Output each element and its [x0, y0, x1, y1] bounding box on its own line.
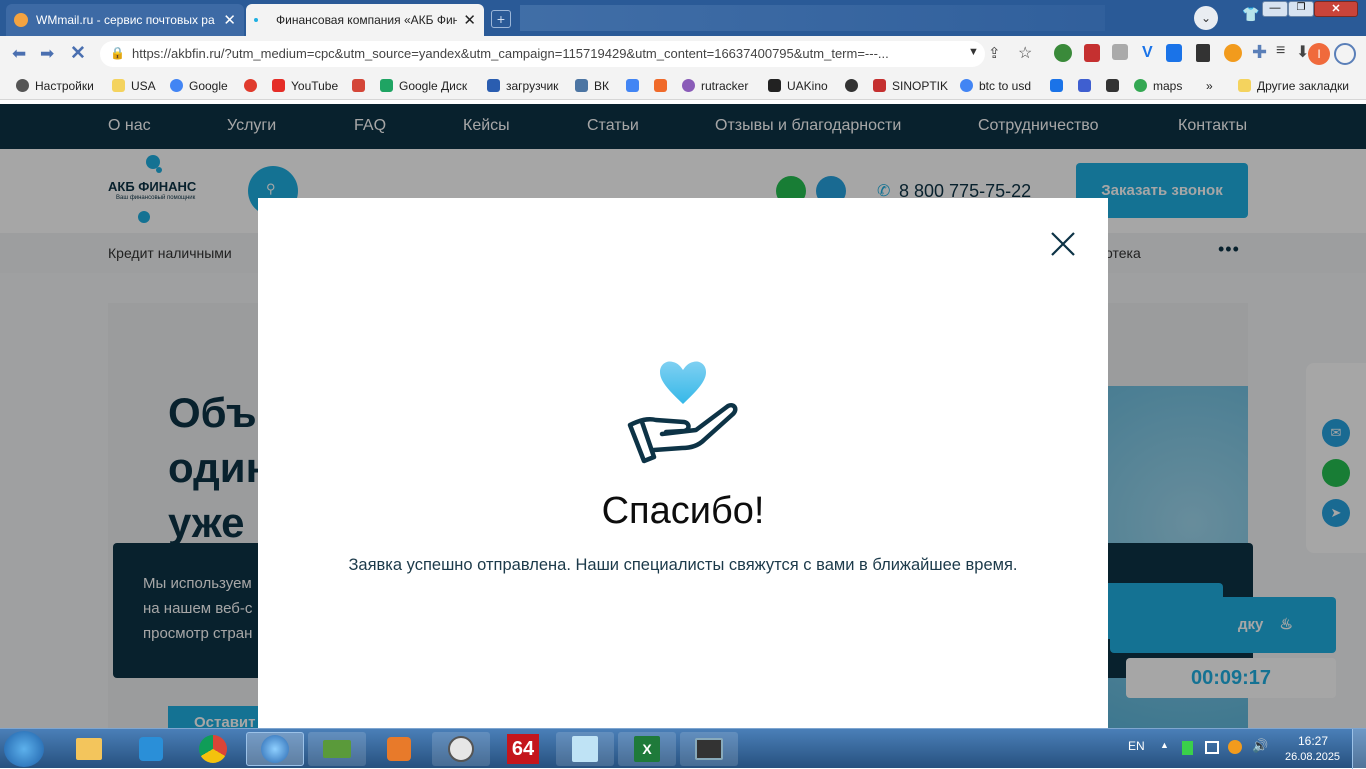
windows-taskbar: 64 X EN ▲ 🔊 16:27 26.08.2025	[0, 728, 1366, 769]
extension-download-icon[interactable]	[1166, 44, 1182, 62]
bookmark-youtube[interactable]: YouTube	[272, 79, 338, 93]
monitor-icon	[695, 738, 723, 760]
extension-face-icon[interactable]	[1224, 44, 1242, 62]
notepad-icon	[572, 736, 598, 762]
language-indicator[interactable]: EN	[1128, 739, 1145, 753]
url-field[interactable]: 🔒 https://akbfin.ru/?utm_medium=cpc&utm_…	[100, 41, 985, 67]
media-player-icon	[387, 737, 411, 761]
taskbar-clock-app[interactable]	[432, 732, 490, 766]
bookmark-chess[interactable]	[845, 79, 864, 93]
folder-icon	[76, 738, 102, 760]
tray-volume-icon[interactable]: 🔊	[1252, 738, 1268, 754]
browser-tabbar: WMmail.ru - сервис почтовых ра ✕ Финансо…	[0, 0, 1366, 36]
tray-expand-icon[interactable]: ▲	[1160, 740, 1169, 750]
bookmark-star-icon[interactable]: ☆	[1018, 43, 1032, 63]
bookmarks-bar: Настройки USA Google YouTube Google Диск…	[0, 72, 1366, 100]
extension-globe-icon[interactable]	[1054, 44, 1072, 62]
aida64-icon: 64	[507, 734, 539, 764]
board-icon	[323, 740, 351, 758]
heart-hand-icon	[627, 361, 738, 464]
forward-arrow-icon[interactable]: ➡	[40, 44, 54, 64]
taskbar-media[interactable]	[370, 732, 428, 766]
extensions-puzzle-icon[interactable]: ✚	[1252, 42, 1267, 63]
extension-dark-icon[interactable]	[1196, 44, 1210, 62]
taskbar-antivirus[interactable]	[122, 732, 180, 766]
bookmark-bc[interactable]	[1106, 79, 1125, 93]
background-tabs	[520, 5, 1105, 31]
taskbar-browser[interactable]	[246, 732, 304, 766]
tab-akbfin[interactable]: Финансовая компания «АКБ Фин ✕	[246, 4, 484, 36]
bookmark-arrow[interactable]	[1078, 79, 1097, 93]
clock-time[interactable]: 16:27	[1298, 734, 1328, 748]
stop-icon[interactable]: ✕	[70, 42, 86, 65]
bookmark-sinoptik[interactable]: SINOPTIK	[873, 79, 948, 93]
taskbar-notepad[interactable]	[556, 732, 614, 766]
clock-icon	[448, 736, 474, 762]
bookmark-uakino[interactable]: UAKino	[768, 79, 828, 93]
bookmark-other[interactable]: Другие закладки	[1238, 79, 1349, 93]
profile-icon[interactable]: 👕	[1242, 6, 1259, 23]
bookmark-google-drive[interactable]: Google Диск	[380, 79, 467, 93]
taskbar-monitor[interactable]	[680, 732, 738, 766]
globe-icon	[261, 735, 289, 763]
bookmark-yandex[interactable]	[244, 79, 263, 93]
bookmarks-overflow-icon[interactable]: »	[1206, 79, 1213, 93]
bookmark-rutracker[interactable]: rutracker	[682, 79, 748, 93]
reading-list-icon[interactable]: ≡	[1276, 42, 1285, 60]
tray-network-icon[interactable]	[1205, 741, 1219, 754]
chrome-icon	[199, 735, 227, 763]
taskbar-aida64[interactable]: 64	[494, 732, 552, 766]
bookmark-usa[interactable]: USA	[112, 79, 156, 93]
shield-icon	[139, 737, 163, 761]
window-close-button[interactable]: ✕	[1314, 1, 1358, 17]
tab-title: WMmail.ru - сервис почтовых ра	[36, 13, 215, 27]
extensions-area: V ✚ ≡ ⬇	[1054, 42, 1324, 66]
excel-icon: X	[634, 736, 660, 762]
bookmark-google[interactable]: Google	[170, 79, 228, 93]
taskbar-chrome[interactable]	[184, 732, 242, 766]
tab-close-icon[interactable]: ✕	[463, 11, 476, 29]
tab-close-icon[interactable]: ✕	[223, 11, 236, 29]
profile-avatar-icon[interactable]: I	[1308, 43, 1330, 65]
lock-icon: 🔒	[110, 46, 125, 60]
maximize-button[interactable]: ❐	[1288, 1, 1314, 17]
minimize-button[interactable]: —	[1262, 1, 1288, 17]
extension-box-icon[interactable]	[1112, 44, 1128, 60]
extension-shield-icon[interactable]	[1084, 44, 1100, 62]
url-dropdown-icon[interactable]: ▼	[968, 46, 979, 58]
tab-title: Финансовая компания «АКБ Фин	[276, 13, 458, 27]
bookmark-btc[interactable]: btc to usd	[960, 79, 1031, 93]
success-modal: Спасибо! Заявка успешно отправлена. Наши…	[258, 198, 1108, 728]
start-button[interactable]	[4, 731, 44, 767]
bookmark-settings[interactable]: Настройки	[16, 79, 94, 93]
bookmark-translate[interactable]	[626, 79, 645, 93]
extension-v-icon[interactable]: V	[1142, 44, 1153, 62]
wmmail-favicon-icon	[14, 13, 28, 27]
close-icon[interactable]	[1050, 231, 1076, 257]
bookmark-f[interactable]	[654, 79, 673, 93]
taskbar-excel[interactable]: X	[618, 732, 676, 766]
modal-message: Заявка успешно отправлена. Наши специали…	[348, 556, 1018, 574]
bookmark-maps[interactable]: maps	[1134, 79, 1182, 93]
taskbar-explorer[interactable]	[60, 732, 118, 766]
new-tab-button[interactable]: +	[491, 10, 511, 28]
show-desktop-button[interactable]	[1352, 729, 1366, 769]
tab-search-icon[interactable]: ⌄	[1194, 6, 1218, 30]
tab-wmmail[interactable]: WMmail.ru - сервис почтовых ра ✕	[6, 4, 244, 36]
bookmark-p[interactable]	[1050, 79, 1069, 93]
tray-battery-icon[interactable]	[1182, 741, 1193, 755]
clock-date[interactable]: 26.08.2025	[1285, 751, 1340, 763]
bookmark-gmail[interactable]	[352, 79, 371, 93]
url-text: https://akbfin.ru/?utm_medium=cpc&utm_so…	[132, 46, 889, 61]
bookmark-vk[interactable]: ВК	[575, 79, 609, 93]
tray-app-icon[interactable]	[1228, 740, 1242, 754]
bookmark-downloader[interactable]: загрузчик	[487, 79, 558, 93]
taskbar-hardware[interactable]	[308, 732, 366, 766]
akb-favicon-icon	[254, 18, 258, 22]
modal-title: Спасибо!	[601, 490, 765, 532]
chrome-menu-icon[interactable]	[1334, 43, 1356, 65]
share-icon[interactable]: ⇪	[988, 44, 1001, 62]
back-arrow-icon[interactable]: ⬅	[12, 44, 26, 64]
